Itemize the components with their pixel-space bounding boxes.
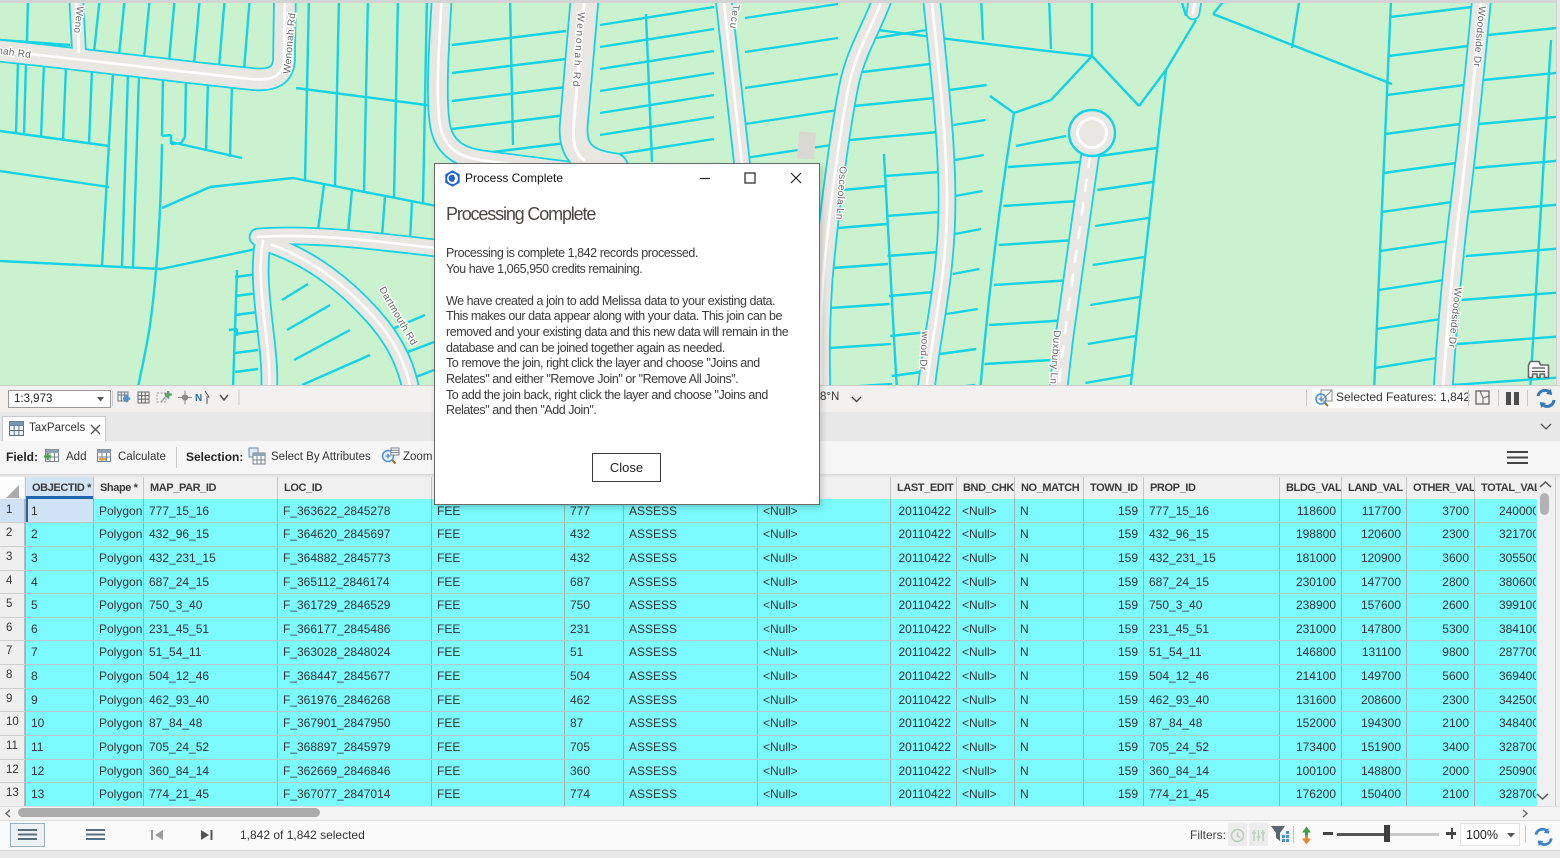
svg-text:wood Dr: wood Dr <box>917 330 930 371</box>
svg-text:N: N <box>195 393 202 404</box>
